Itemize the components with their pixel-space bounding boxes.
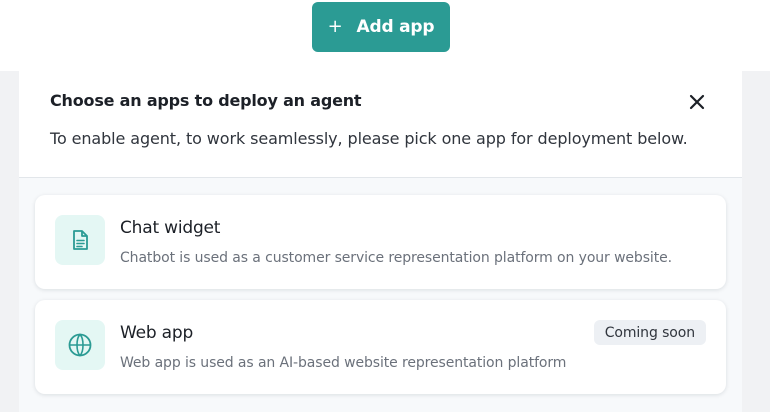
deploy-agent-modal: Choose an apps to deploy an agent To ena… [19, 71, 742, 412]
app-icon-box [55, 320, 105, 370]
app-description: Web app is used as an AI-based website r… [120, 355, 567, 371]
app-card-web-app[interactable]: Web app Coming soon Web app is used as a… [35, 300, 726, 394]
add-app-button[interactable]: + Add app [312, 2, 450, 52]
coming-soon-badge: Coming soon [593, 320, 706, 345]
globe-icon [68, 333, 92, 357]
app-title: Chat widget [120, 218, 221, 238]
app-icon-box [55, 215, 105, 265]
app-card-chat-widget[interactable]: Chat widget Chatbot is used as a custome… [35, 195, 726, 289]
page: + Add app Choose an apps to deploy an ag… [0, 0, 770, 412]
add-app-label: Add app [356, 17, 435, 37]
modal-description: To enable agent, to work seamlessly, ple… [50, 129, 688, 148]
app-title: Web app [120, 323, 194, 343]
close-button[interactable] [686, 91, 708, 113]
plus-icon: + [327, 15, 343, 37]
app-description: Chatbot is used as a customer service re… [120, 250, 672, 266]
close-icon [689, 94, 705, 110]
document-icon [73, 230, 88, 250]
modal-title: Choose an apps to deploy an agent [50, 91, 362, 110]
top-bar: + Add app [0, 0, 770, 71]
modal-header: Choose an apps to deploy an agent To ena… [19, 71, 742, 178]
